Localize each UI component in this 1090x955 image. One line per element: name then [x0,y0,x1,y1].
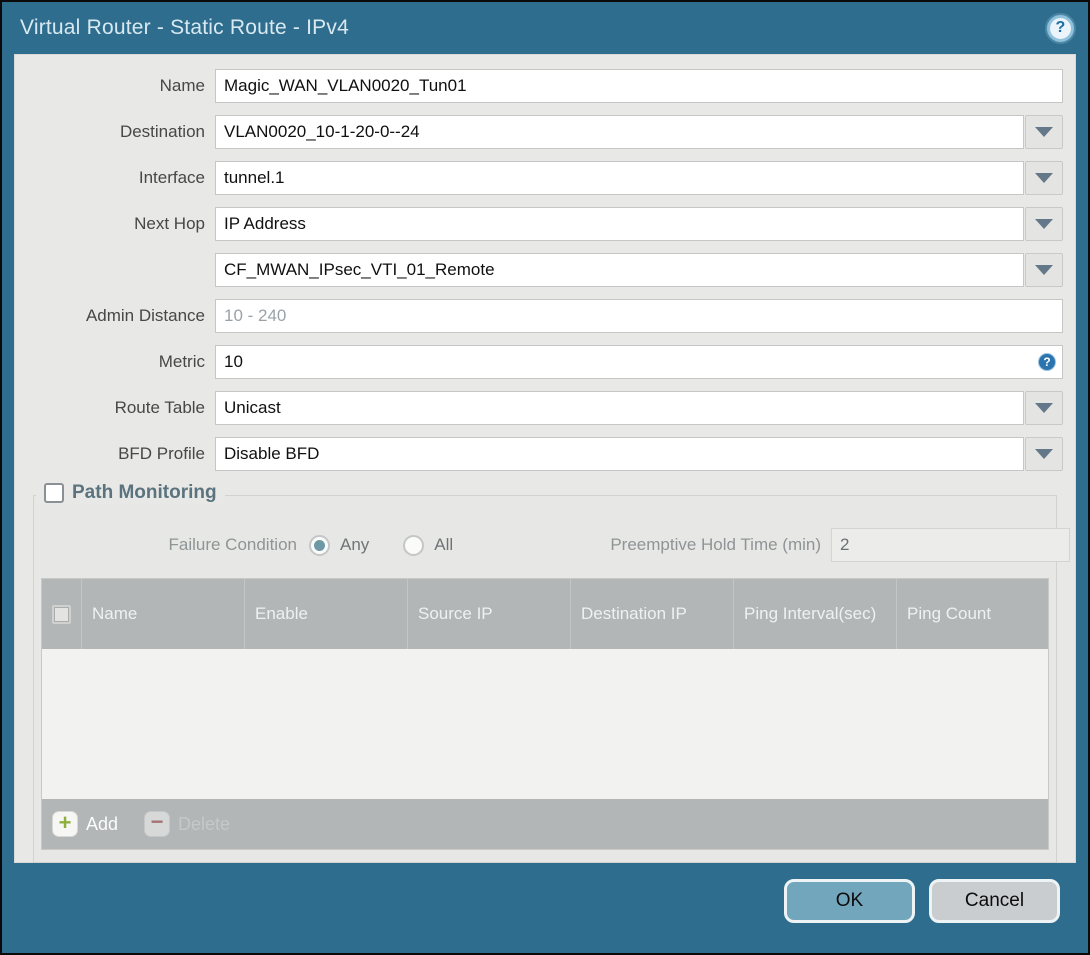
column-header-ping-interval[interactable]: Ping Interval(sec) [734,579,897,649]
chevron-down-icon [1035,403,1053,413]
interface-dropdown-button[interactable] [1025,161,1063,195]
route-table-label: Route Table [114,398,205,417]
add-button-label: Add [86,813,119,834]
failure-condition-radio-group: Any All [309,534,599,556]
name-label: Name [159,76,205,95]
form-row-next-hop: Next Hop IP Address [15,207,1063,241]
bfd-profile-select[interactable]: Disable BFD [215,437,1024,471]
destination-input[interactable]: VLAN0020_10-1-20-0--24 [215,115,1024,149]
metric-input[interactable] [215,345,1063,379]
column-header-name[interactable]: Name [82,579,245,649]
failure-condition-label: Failure Condition [168,535,297,554]
dialog-footer: OK Cancel [2,863,1088,953]
table-footer-toolbar: + Add − Delete [42,799,1048,849]
dialog-titlebar: Virtual Router - Static Route - IPv4 ? [2,2,1088,54]
next-hop-label: Next Hop [134,214,205,233]
table-body-empty [42,649,1048,799]
admin-distance-input[interactable] [215,299,1063,333]
preemptive-hold-input[interactable] [831,528,1070,562]
chevron-down-icon [1035,127,1053,137]
destination-label: Destination [119,122,205,141]
dialog-body: Name Destination VLAN0020_10-1-20-0--24 … [14,54,1076,863]
admin-distance-label: Admin Distance [85,306,205,325]
radio-all-button[interactable] [403,534,425,556]
form-row-next-hop-address: CF_MWAN_IPsec_VTI_01_Remote [15,253,1063,287]
column-header-ping-count[interactable]: Ping Count [897,579,1048,649]
name-input[interactable] [215,69,1063,103]
cancel-button[interactable]: Cancel [929,879,1060,923]
static-route-dialog: Virtual Router - Static Route - IPv4 ? N… [0,0,1090,955]
radio-all: All [403,534,454,556]
form-row-interface: Interface tunnel.1 [15,161,1063,195]
next-hop-address-input[interactable]: CF_MWAN_IPsec_VTI_01_Remote [215,253,1024,287]
path-monitoring-section: Path Monitoring Failure Condition Any Al… [33,482,1070,863]
form-row-route-table: Route Table Unicast [15,391,1063,425]
chevron-down-icon [1035,449,1053,459]
radio-any-label: Any [340,535,370,554]
table-header-checkbox-cell [42,579,82,649]
route-table-dropdown-button[interactable] [1025,391,1063,425]
next-hop-address-dropdown-button[interactable] [1025,253,1063,287]
next-hop-type-select[interactable]: IP Address [215,207,1024,241]
help-icon[interactable]: ? [1047,14,1074,42]
interface-input[interactable]: tunnel.1 [215,161,1024,195]
add-plus-icon: + [52,811,78,837]
interface-label: Interface [138,168,205,187]
form-row-destination: Destination VLAN0020_10-1-20-0--24 [15,115,1063,149]
path-monitoring-controls: Failure Condition Any All Preemptive Hol… [41,528,1070,562]
chevron-down-icon [1035,219,1053,229]
bfd-profile-label: BFD Profile [118,444,205,463]
column-header-source-ip[interactable]: Source IP [408,579,571,649]
form-row-admin-distance: Admin Distance [15,299,1063,333]
delete-button[interactable]: − Delete [144,811,230,837]
dialog-title: Virtual Router - Static Route - IPv4 [20,16,349,39]
column-header-enable[interactable]: Enable [245,579,408,649]
radio-any-button[interactable] [309,534,330,556]
radio-all-label: All [434,535,454,554]
form-row-name: Name [15,69,1063,103]
chevron-down-icon [1035,265,1053,275]
radio-any: Any [309,534,370,556]
bfd-profile-dropdown-button[interactable] [1025,437,1063,471]
path-monitoring-legend: Path Monitoring [36,482,225,504]
metric-help-icon[interactable]: ? [1038,353,1056,371]
route-table-select[interactable]: Unicast [215,391,1024,425]
form-row-bfd-profile: BFD Profile Disable BFD [15,437,1063,471]
delete-minus-icon: − [144,811,171,837]
path-monitoring-table: Name Enable Source IP Destination IP Pin… [41,578,1049,850]
table-header-row: Name Enable Source IP Destination IP Pin… [42,579,1048,649]
chevron-down-icon [1035,173,1053,183]
add-button[interactable]: + Add [52,811,118,837]
next-hop-type-dropdown-button[interactable] [1025,207,1063,241]
ok-button[interactable]: OK [784,879,915,923]
destination-dropdown-button[interactable] [1025,115,1063,149]
select-all-checkbox[interactable] [52,604,71,624]
column-header-destination-ip[interactable]: Destination IP [571,579,734,649]
path-monitoring-title: Path Monitoring [72,482,217,503]
form-row-metric: Metric ? [15,345,1063,379]
preemptive-hold-label: Preemptive Hold Time (min) [610,535,821,554]
delete-button-label: Delete [178,813,231,834]
metric-label: Metric [158,352,205,371]
path-monitoring-checkbox[interactable] [44,483,64,503]
